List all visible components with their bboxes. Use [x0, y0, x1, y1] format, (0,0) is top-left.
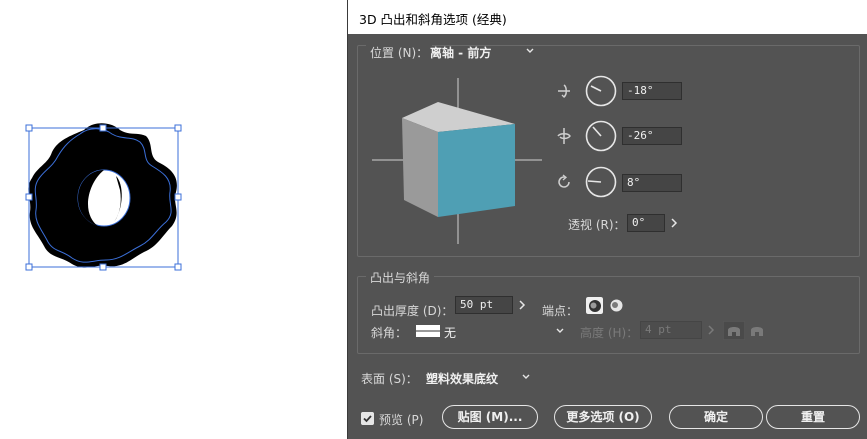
- x-rotation-field[interactable]: -18°: [622, 82, 682, 100]
- perspective-stepper[interactable]: [665, 214, 683, 232]
- z-rotation-dial[interactable]: [585, 166, 617, 198]
- cube-preview[interactable]: [370, 72, 550, 248]
- checkbox-checked-icon: [361, 412, 374, 425]
- handle-tl[interactable]: [25, 124, 33, 132]
- cap-label: 端点：: [542, 304, 579, 318]
- dropdown-arrow-icon: [556, 328, 564, 333]
- bevel-out-icon: [751, 327, 763, 336]
- y-rotation-field[interactable]: -26°: [622, 127, 682, 145]
- cube-front-face: [438, 124, 515, 217]
- map-button[interactable]: 贴图 (M)...: [442, 405, 538, 429]
- handle-br[interactable]: [174, 263, 182, 271]
- bevel-height-field: 4 pt: [640, 321, 702, 339]
- more-options-button[interactable]: 更多选项 (O): [554, 405, 652, 429]
- x-rotation-dial[interactable]: [585, 75, 617, 107]
- extrude-depth-field[interactable]: 50 pt: [455, 296, 513, 314]
- reset-button[interactable]: 重置: [766, 405, 860, 429]
- position-preset-value: 离轴 - 前方: [430, 46, 492, 60]
- artboard-canvas[interactable]: [0, 0, 347, 439]
- y-rotation-icon: [557, 128, 571, 144]
- handle-tr[interactable]: [174, 124, 182, 132]
- chevron-right-icon: [671, 218, 678, 228]
- handle-bm[interactable]: [99, 263, 107, 271]
- chevron-right-icon: [708, 325, 715, 335]
- handle-ml[interactable]: [25, 193, 33, 201]
- z-rotation-field[interactable]: 8°: [622, 174, 682, 192]
- bevel-in-icon: [723, 321, 745, 340]
- handle-tm[interactable]: [99, 124, 107, 132]
- handle-bl[interactable]: [25, 263, 33, 271]
- extrude-depth-label: 凸出厚度 (D)：: [371, 304, 454, 318]
- cube-side-face: [402, 118, 438, 217]
- extrude-bevel-dialog: 3D 凸出和斜角选项 (经典) 位置 (N)： 离轴 - 前方 -18° -26…: [347, 0, 867, 439]
- surface-value: 塑料效果底纹: [426, 372, 499, 386]
- surface-dropdown[interactable]: 塑料效果底纹: [426, 368, 538, 386]
- gear-object[interactable]: [20, 118, 190, 278]
- position-preset-dropdown[interactable]: 离轴 - 前方: [430, 42, 538, 60]
- dialog-titlebar[interactable]: 3D 凸出和斜角选项 (经典): [348, 0, 867, 34]
- chevron-right-icon: [519, 300, 526, 310]
- bevel-value: 无: [444, 326, 457, 340]
- cap-on-icon[interactable]: [586, 297, 603, 314]
- preview-label: 预览 (P): [379, 413, 424, 427]
- bevel-dropdown[interactable]: 无: [416, 322, 566, 340]
- dropdown-arrow-icon: [522, 374, 530, 379]
- x-rotation-icon: [558, 84, 570, 99]
- surface-label: 表面 (S)：: [361, 372, 418, 386]
- y-rotation-dial[interactable]: [585, 120, 617, 152]
- bevel-swatch-icon: [416, 325, 440, 337]
- perspective-label: 透视 (R)：: [568, 218, 626, 232]
- extrude-depth-stepper[interactable]: [513, 296, 531, 314]
- dropdown-arrow-icon: [526, 48, 534, 53]
- cap-off-icon[interactable]: [608, 297, 625, 314]
- ok-button[interactable]: 确定: [669, 405, 763, 429]
- handle-mr[interactable]: [174, 193, 182, 201]
- bevel-height-label: 高度 (H)：: [580, 326, 639, 340]
- z-rotation-icon: [558, 174, 570, 188]
- position-label: 位置 (N)：: [366, 44, 433, 61]
- bevel-label: 斜角：: [371, 326, 408, 340]
- extrude-bevel-legend: 凸出与斜角: [366, 269, 435, 286]
- perspective-field[interactable]: 0°: [627, 214, 665, 232]
- bevel-height-stepper: [702, 321, 720, 339]
- dialog-title: 3D 凸出和斜角选项 (经典): [359, 12, 507, 27]
- preview-checkbox[interactable]: 预览 (P): [361, 411, 441, 427]
